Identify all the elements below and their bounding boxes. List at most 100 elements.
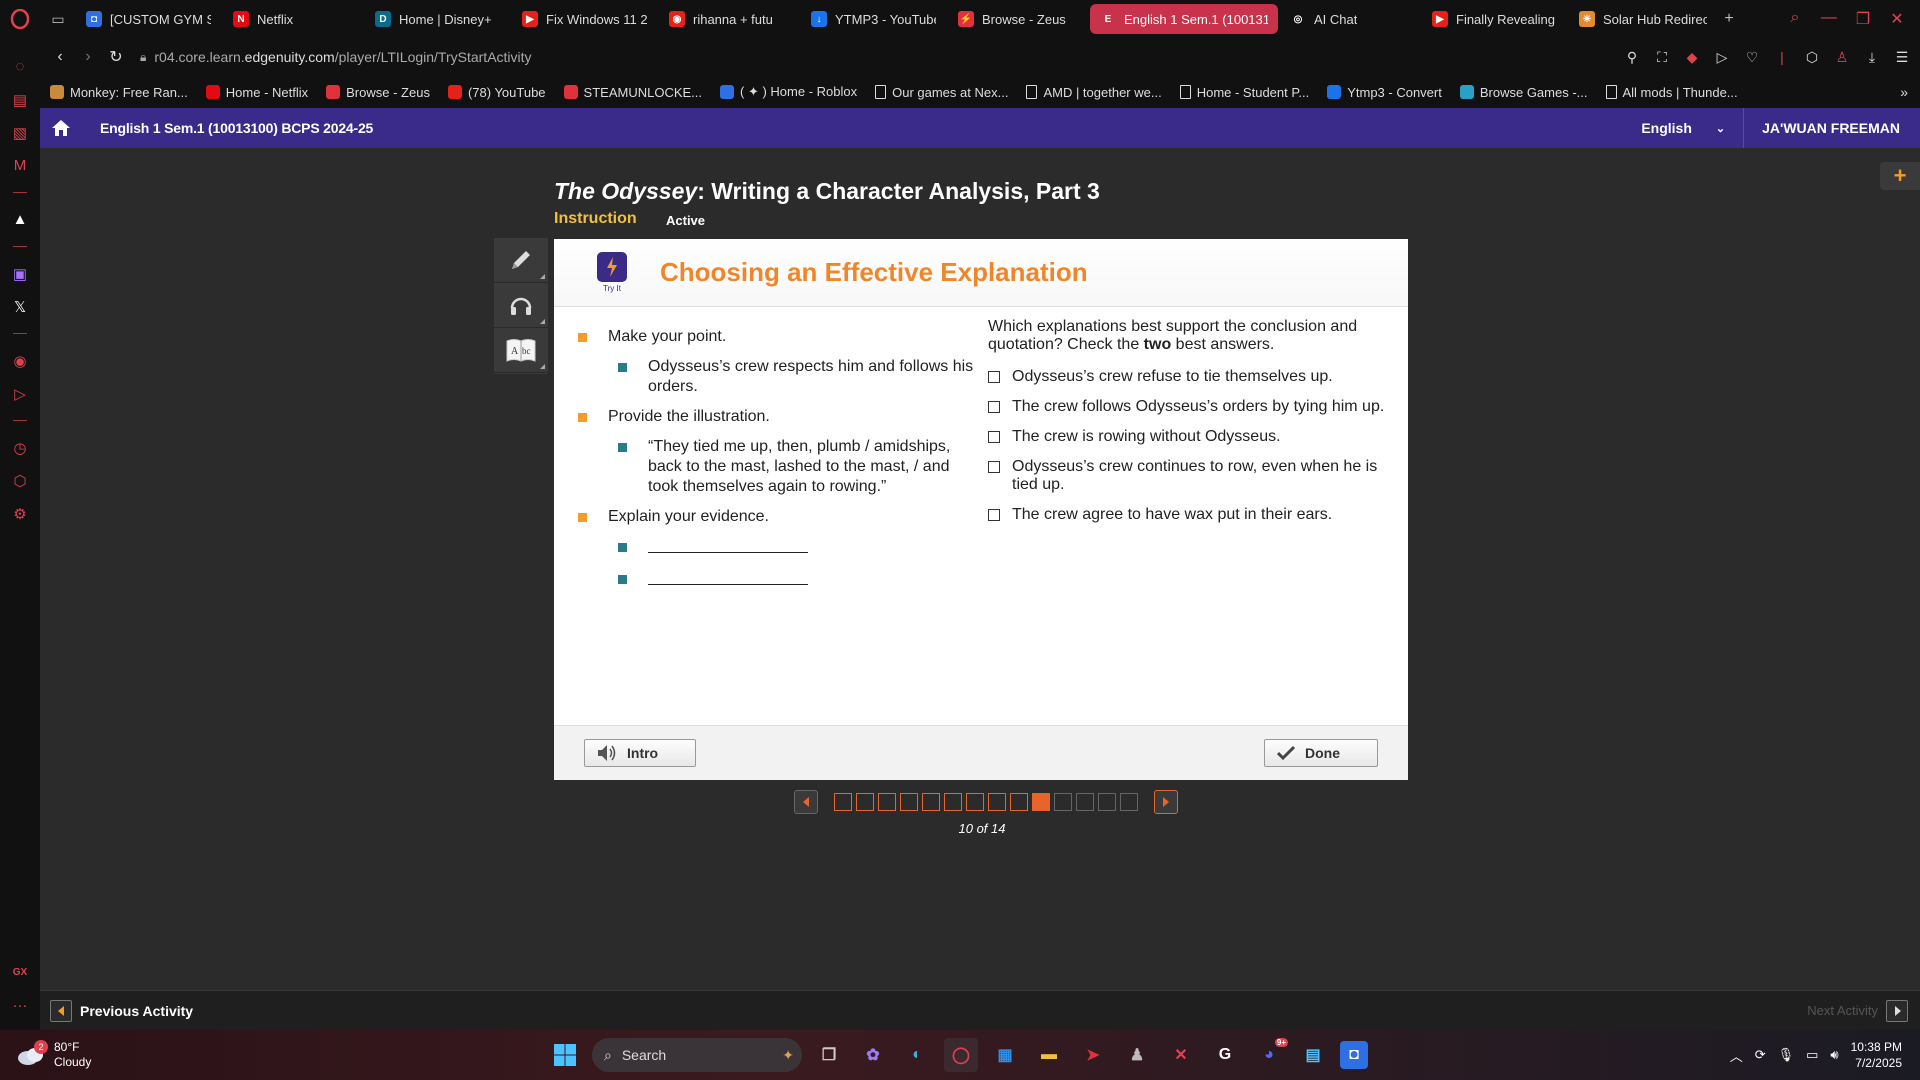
aria-ai-icon[interactable]: ▲ bbox=[0, 203, 40, 236]
opera-logo-icon[interactable] bbox=[0, 0, 40, 38]
pin-icon[interactable]: ⚲ bbox=[1620, 49, 1644, 66]
send-icon[interactable]: ▷ bbox=[1710, 49, 1734, 66]
bookmark-item[interactable]: Browse - Zeus bbox=[326, 85, 430, 100]
bookmarks-overflow-icon[interactable]: » bbox=[1900, 84, 1908, 100]
bookmark-item[interactable]: (78) YouTube bbox=[447, 85, 546, 100]
pager-page-box[interactable] bbox=[944, 793, 962, 811]
g-app-icon[interactable]: G bbox=[1208, 1038, 1242, 1072]
volume-icon[interactable]: 🔊︎ bbox=[1830, 1047, 1838, 1063]
pager-page-box[interactable] bbox=[1032, 793, 1050, 811]
workspaces-icon[interactable]: ▤ bbox=[0, 83, 40, 116]
bookmark-item[interactable]: Home - Netflix bbox=[205, 85, 308, 100]
notepad-icon[interactable]: ▤ bbox=[1296, 1038, 1330, 1072]
network-icon[interactable]: ▭ bbox=[1806, 1047, 1818, 1063]
pager-page-box[interactable] bbox=[1120, 793, 1138, 811]
answer-option[interactable]: The crew is rowing without Odysseus. bbox=[988, 428, 1388, 446]
bookmark-item[interactable]: Monkey: Free Ran... bbox=[50, 85, 188, 100]
pager-next-button[interactable] bbox=[1154, 790, 1178, 814]
profile-icon[interactable]: ♙ bbox=[1830, 49, 1854, 66]
pager-page-box[interactable] bbox=[1054, 793, 1072, 811]
copilot-icon[interactable]: ✿ bbox=[856, 1038, 890, 1072]
weather-widget[interactable]: 2 80°F Cloudy bbox=[16, 1040, 91, 1070]
browser-tab[interactable]: ⚡ Browse - Zeus bbox=[948, 4, 1088, 34]
file-explorer-icon[interactable]: ▬ bbox=[1032, 1038, 1066, 1072]
microphone-icon[interactable]: 🎙︎ bbox=[1778, 1047, 1795, 1063]
expand-plus-button[interactable]: + bbox=[1880, 162, 1920, 190]
bookmark-item[interactable]: Home - Student P... bbox=[1179, 85, 1309, 100]
pager-page-box[interactable] bbox=[922, 793, 940, 811]
close-icon[interactable]: ✕ bbox=[1882, 9, 1912, 29]
browser-tab[interactable]: ◘ [CUSTOM GYM S bbox=[76, 4, 221, 34]
pencil-tool-button[interactable] bbox=[494, 238, 548, 283]
gx-icon[interactable]: GX bbox=[0, 956, 40, 989]
taskbar-search[interactable]: ⌕ Search ✦ bbox=[592, 1038, 802, 1072]
browser-tab[interactable]: ☀ Solar Hub Redirec bbox=[1569, 4, 1717, 34]
browser-tab[interactable]: ▶ Finally Revealing bbox=[1422, 4, 1567, 34]
home-button[interactable] bbox=[40, 108, 82, 148]
answer-checkbox[interactable] bbox=[988, 371, 1000, 383]
bookmark-item[interactable]: Ytmp3 - Convert bbox=[1327, 85, 1442, 100]
pager-page-box[interactable] bbox=[856, 793, 874, 811]
pager-page-box[interactable] bbox=[1010, 793, 1028, 811]
gmail-icon[interactable]: M bbox=[0, 149, 40, 182]
browser-tab[interactable]: ▶ Fix Windows 11 24 bbox=[512, 4, 657, 34]
clock[interactable]: 10:38 PM 7/2/2025 bbox=[1851, 1039, 1902, 1071]
browser-tab[interactable]: D Home | Disney+ bbox=[365, 4, 510, 34]
browser-tab[interactable]: ◉ rihanna + futu bbox=[659, 4, 799, 34]
chevron-up-icon[interactable]: ︿ bbox=[1730, 1046, 1743, 1065]
bookmark-item[interactable]: ( ✦ ) Home - Roblox bbox=[720, 84, 857, 100]
answer-option[interactable]: The crew follows Odysseus’s orders by ty… bbox=[988, 398, 1388, 416]
player-icon[interactable]: ▷ bbox=[0, 377, 40, 410]
pager-previous-button[interactable] bbox=[794, 790, 818, 814]
pager-page-box[interactable] bbox=[878, 793, 896, 811]
bookmark-item[interactable]: Our games at Nex... bbox=[875, 85, 1008, 100]
pager-page-box[interactable] bbox=[966, 793, 984, 811]
pager-page-box[interactable] bbox=[988, 793, 1006, 811]
discord-icon[interactable]: ◕ 9+ bbox=[1252, 1038, 1288, 1072]
user-name[interactable]: JA'WUAN FREEMAN bbox=[1744, 120, 1920, 136]
bookmark-item[interactable]: AMD | together we... bbox=[1026, 85, 1162, 100]
settings-icon[interactable]: ⚙ bbox=[0, 497, 40, 530]
answer-option[interactable]: Odysseus’s crew refuse to tie themselves… bbox=[988, 368, 1388, 386]
tab-instruction[interactable]: Instruction bbox=[554, 210, 637, 228]
windows-start-icon[interactable] bbox=[548, 1038, 582, 1072]
pager-page-box[interactable] bbox=[1098, 793, 1116, 811]
tab-islands-icon[interactable]: ▭ bbox=[40, 0, 76, 38]
easy-setup-icon[interactable]: ☰ bbox=[1890, 49, 1914, 66]
pocket-icon[interactable]: ◆ bbox=[1680, 49, 1704, 66]
snapshot-icon[interactable]: ⛶ bbox=[1650, 49, 1674, 66]
bookmark-item[interactable]: Browse Games -... bbox=[1459, 85, 1588, 100]
heart-icon[interactable]: ♡ bbox=[1740, 49, 1764, 66]
character-app-icon[interactable]: ♟ bbox=[1120, 1038, 1154, 1072]
sync-icon[interactable]: ⟳ bbox=[1755, 1047, 1766, 1063]
capcut-app-icon[interactable]: ✕ bbox=[1164, 1038, 1198, 1072]
bookmark-item[interactable]: All mods | Thunde... bbox=[1605, 85, 1738, 100]
edge-icon[interactable]: ◐ bbox=[900, 1038, 934, 1072]
pager-page-box[interactable] bbox=[900, 793, 918, 811]
browser-tab[interactable]: ◎ AI Chat bbox=[1280, 4, 1420, 34]
browser-tab[interactable]: ↓ YTMP3 - YouTube bbox=[801, 4, 946, 34]
game-app-icon[interactable]: ➤ bbox=[1076, 1038, 1110, 1072]
extensions-puzzle-icon[interactable]: ⬡ bbox=[1800, 49, 1824, 66]
pager-page-box[interactable] bbox=[1076, 793, 1094, 811]
bookmark-item[interactable]: STEAMUNLOCKE... bbox=[563, 85, 702, 100]
task-view-icon[interactable]: ❐ bbox=[812, 1038, 846, 1072]
twitch-icon[interactable]: ▣ bbox=[0, 257, 40, 290]
opera-gx-icon[interactable]: ◯ bbox=[944, 1038, 978, 1072]
aria-icon[interactable]: ◌ bbox=[0, 50, 40, 83]
music-player-icon[interactable]: ◉ bbox=[0, 344, 40, 377]
roblox-icon[interactable]: ◘ bbox=[1340, 1041, 1368, 1069]
address-field[interactable]: 🔒︎ r04.core.learn.edgenuity.com/player/L… bbox=[140, 49, 532, 65]
done-button[interactable]: Done bbox=[1264, 739, 1378, 767]
reload-button[interactable]: ↻ bbox=[102, 43, 130, 71]
tab-traces-icon[interactable]: ▧ bbox=[0, 116, 40, 149]
answer-option[interactable]: The crew agree to have wax put in their … bbox=[988, 506, 1388, 524]
more-icon[interactable]: ··· bbox=[0, 989, 40, 1022]
answer-checkbox[interactable] bbox=[988, 461, 1000, 473]
intro-button[interactable]: Intro bbox=[584, 739, 696, 767]
audio-tool-button[interactable] bbox=[494, 283, 548, 328]
maximize-icon[interactable]: ❐ bbox=[1848, 9, 1878, 29]
download-icon[interactable]: ⤓ bbox=[1860, 49, 1884, 66]
pager-page-box[interactable] bbox=[834, 793, 852, 811]
back-button[interactable]: ‹ bbox=[46, 43, 74, 71]
